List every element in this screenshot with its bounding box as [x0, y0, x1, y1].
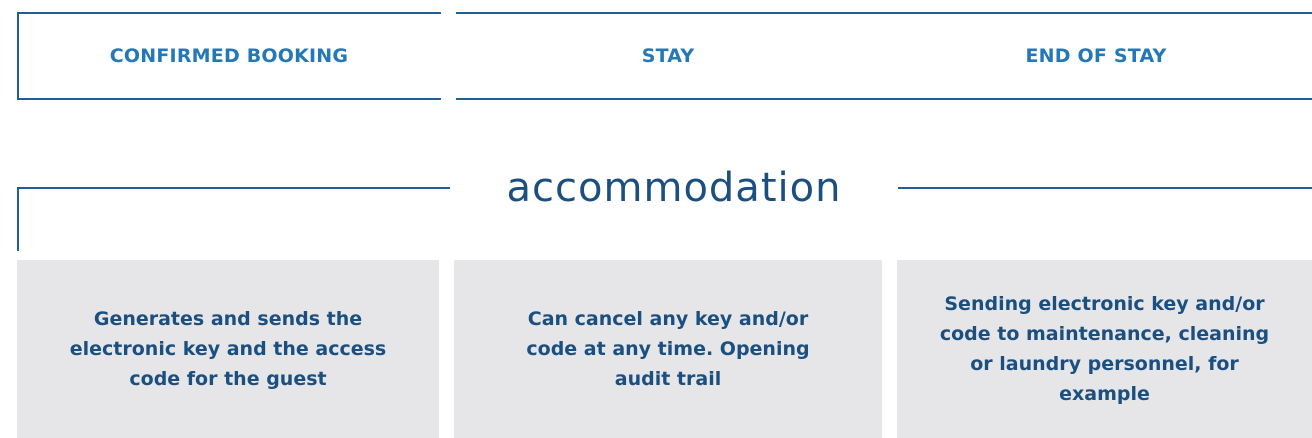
section-title: accommodation	[506, 165, 842, 211]
card-text: Generates and sends the electronic key a…	[69, 308, 387, 390]
phase-stay: STAY	[641, 45, 695, 67]
section-divider-right	[898, 187, 1312, 189]
card-text: Sending electronic key and/or code to ma…	[939, 293, 1270, 405]
card-end-of-stay: Sending electronic key and/or code to ma…	[897, 260, 1312, 438]
phase-end-of-stay: END OF STAY	[1025, 45, 1167, 67]
section-divider-left	[17, 187, 450, 189]
card-stay: Can cancel any key and/or code at any ti…	[454, 260, 882, 438]
phase-confirmed-booking: CONFIRMED BOOKING	[109, 45, 349, 67]
card-confirmed-booking: Generates and sends the electronic key a…	[17, 260, 439, 438]
card-text: Can cancel any key and/or code at any ti…	[526, 308, 810, 390]
section-divider-tick	[17, 187, 19, 251]
